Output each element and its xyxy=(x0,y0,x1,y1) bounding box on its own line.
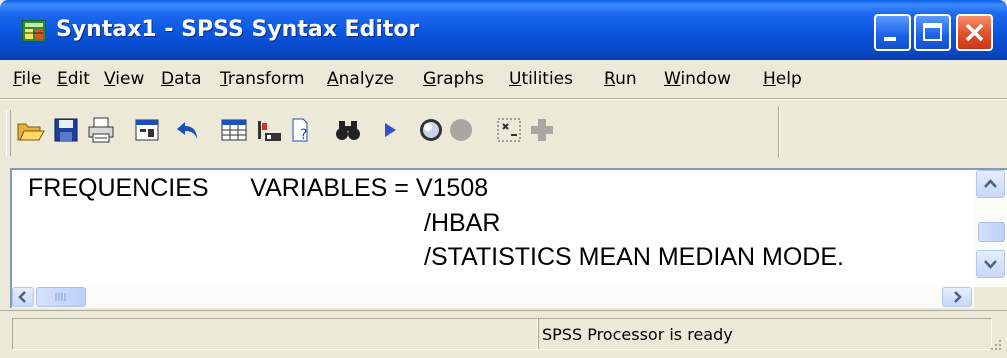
syntax-editor-window: Syntax1 - SPSS Syntax Editor File Edit V… xyxy=(0,0,1007,358)
goto-case-button[interactable] xyxy=(219,115,249,145)
menu-utilities[interactable]: Utilities xyxy=(509,69,573,89)
vertical-scroll-thumb[interactable] xyxy=(978,222,1005,242)
vertical-scrollbar[interactable] xyxy=(974,170,1007,287)
toolbar-grip[interactable] xyxy=(6,110,11,156)
syntax-line-1[interactable]: FREQUENCIES VARIABLES = V1508 xyxy=(28,174,488,203)
menu-analyze[interactable]: Analyze xyxy=(327,69,394,89)
resize-grip-icon xyxy=(991,340,1001,350)
run-button[interactable] xyxy=(375,115,405,145)
menu-data[interactable]: Data xyxy=(161,69,202,89)
split-window-button[interactable] xyxy=(494,115,524,145)
dialog-recall-icon xyxy=(135,119,159,141)
grip-lines-icon xyxy=(55,293,66,301)
add-button xyxy=(527,115,557,145)
undo-button[interactable] xyxy=(173,115,203,145)
syntax-line-2[interactable]: /HBAR xyxy=(424,209,500,238)
variables-button[interactable] xyxy=(254,115,284,145)
syntax-line-3[interactable]: /STATISTICS MEAN MEDIAN MODE. xyxy=(424,243,844,272)
scroll-right-button[interactable] xyxy=(942,287,972,307)
chevron-up-icon xyxy=(984,179,997,188)
add-icon xyxy=(531,119,553,141)
chevron-right-icon xyxy=(954,291,962,303)
save-button[interactable] xyxy=(51,115,81,145)
minimize-icon xyxy=(884,37,896,41)
dialog-recall-button[interactable] xyxy=(133,115,163,145)
print-button[interactable] xyxy=(86,115,116,145)
menu-edit[interactable]: Edit xyxy=(57,69,90,89)
menu-window[interactable]: Window xyxy=(664,69,731,89)
svg-text:?: ? xyxy=(300,127,307,143)
menu-graphs[interactable]: Graphs xyxy=(423,69,484,89)
maximize-icon xyxy=(923,23,942,41)
scroll-up-button[interactable] xyxy=(976,170,1005,198)
spss-app-icon[interactable] xyxy=(21,19,47,43)
undo-icon xyxy=(177,122,197,139)
resize-grip[interactable] xyxy=(985,336,1003,354)
use-sets-icon xyxy=(420,119,442,141)
status-pane-left xyxy=(12,318,538,350)
syntax-help-button[interactable]: ? xyxy=(287,115,317,145)
title-bar[interactable]: Syntax1 - SPSS Syntax Editor xyxy=(0,0,1007,60)
goto-case-icon xyxy=(221,119,247,141)
scroll-left-button[interactable] xyxy=(12,287,34,307)
menu-view[interactable]: View xyxy=(104,69,144,89)
menu-bar: File Edit View Data Transform Analyze Gr… xyxy=(0,62,1007,98)
minimize-button[interactable] xyxy=(874,14,911,51)
binoculars-icon xyxy=(336,121,360,140)
close-icon xyxy=(965,23,984,42)
variables-icon xyxy=(258,121,281,141)
window-title: Syntax1 - SPSS Syntax Editor xyxy=(56,17,420,42)
menu-file[interactable]: File xyxy=(13,69,41,89)
syntax-help-icon: ? xyxy=(292,118,308,143)
split-window-icon xyxy=(497,118,521,142)
horizontal-scroll-thumb[interactable] xyxy=(36,287,86,307)
horizontal-scrollbar[interactable] xyxy=(12,286,974,308)
close-button[interactable] xyxy=(956,14,993,51)
use-sets-button[interactable] xyxy=(416,115,446,145)
chevron-down-icon xyxy=(984,260,997,269)
menu-transform[interactable]: Transform xyxy=(220,69,305,89)
find-button[interactable] xyxy=(333,115,363,145)
status-text: SPSS Processor is ready xyxy=(542,325,733,344)
show-all-button xyxy=(446,115,476,145)
scrollbar-corner xyxy=(974,287,1007,308)
run-icon xyxy=(385,123,396,137)
menu-help[interactable]: Help xyxy=(763,69,802,89)
scroll-down-button[interactable] xyxy=(976,250,1005,278)
circle-disabled-icon xyxy=(450,119,472,141)
chevron-left-icon xyxy=(18,291,26,303)
menu-run[interactable]: Run xyxy=(604,69,637,89)
print-icon xyxy=(88,117,114,143)
save-icon xyxy=(54,118,78,142)
maximize-button[interactable] xyxy=(914,14,951,51)
toolbar-end-separator xyxy=(778,106,780,158)
open-folder-icon xyxy=(17,123,45,141)
open-button[interactable] xyxy=(16,115,46,145)
